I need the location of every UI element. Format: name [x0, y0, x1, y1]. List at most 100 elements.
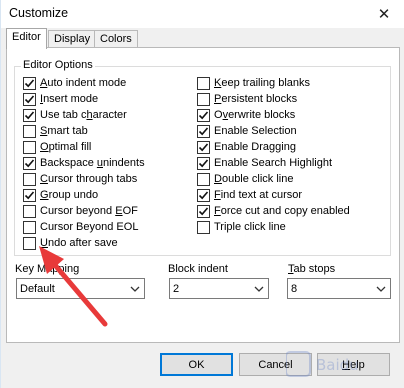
- option-left-8[interactable]: Cursor beyond EOF: [23, 204, 138, 218]
- key-mapping-label: Key Mapping: [15, 263, 80, 275]
- chevron-down-icon: [254, 286, 264, 292]
- checkbox-label-post: orce cut and copy enabled: [220, 205, 350, 217]
- checkbox-box[interactable]: [197, 76, 210, 90]
- checkbox-label: Smart tab: [40, 124, 88, 138]
- checkbox-label: Keep trailing blanks: [214, 76, 310, 90]
- checkbox-box[interactable]: [23, 156, 36, 170]
- option-right-9[interactable]: Triple click line: [197, 220, 286, 234]
- watermark-logo: Baidu: [286, 351, 359, 377]
- option-left-4[interactable]: Optimal fill: [23, 140, 91, 154]
- checkbox-box[interactable]: [197, 156, 210, 170]
- option-left-10[interactable]: Undo after save: [23, 236, 118, 250]
- checkbox-box[interactable]: [197, 92, 210, 106]
- checkbox-label-pre: Backspace: [40, 157, 97, 169]
- checkmark-icon: [24, 94, 35, 103]
- chevron-down-icon: [130, 286, 140, 292]
- checkmark-icon: [24, 190, 35, 199]
- checkbox-box[interactable]: [23, 188, 36, 202]
- option-left-6[interactable]: Cursor through tabs: [23, 172, 137, 186]
- checkbox-label-post: ouble click line: [221, 173, 294, 185]
- checkbox-box[interactable]: [197, 204, 210, 218]
- option-left-0[interactable]: Auto indent mode: [23, 76, 126, 90]
- checkbox-label-post: OF: [122, 205, 138, 217]
- option-right-8[interactable]: Force cut and copy enabled: [197, 204, 350, 218]
- checkbox-label-pre: Cursor beyond: [40, 205, 116, 217]
- checkbox-label-ul: O: [40, 141, 49, 153]
- checkbox-label: Double click line: [214, 172, 294, 186]
- tab-display[interactable]: Display: [48, 30, 97, 48]
- checkbox-label: Undo after save: [40, 236, 118, 250]
- option-right-7[interactable]: Find text at cursor: [197, 188, 302, 202]
- checkbox-label: Triple click line: [214, 220, 286, 234]
- option-right-4[interactable]: Enable Dragging: [197, 140, 296, 154]
- checkbox-label: Insert mode: [40, 92, 98, 106]
- checkbox-box[interactable]: [23, 76, 36, 90]
- ok-button[interactable]: OK: [160, 353, 233, 376]
- option-right-1[interactable]: Persistent blocks: [197, 92, 297, 106]
- tab-stops-select[interactable]: 8: [287, 278, 391, 299]
- option-right-2[interactable]: Overwrite blocks: [197, 108, 295, 122]
- chevron-down-icon: [376, 286, 386, 292]
- checkmark-icon: [198, 142, 209, 151]
- checkbox-box[interactable]: [197, 140, 210, 154]
- checkbox-box[interactable]: [23, 172, 36, 186]
- option-left-5[interactable]: Backspace unindents: [23, 156, 145, 170]
- checkbox-label-ul: C: [40, 173, 48, 185]
- checkbox-label-post: nsert mode: [43, 93, 99, 105]
- checkbox-label: Enable Selection: [214, 124, 297, 138]
- checkbox-label-post: mart tab: [47, 125, 88, 137]
- checkbox-box[interactable]: [23, 204, 36, 218]
- checkbox-label-post: nindents: [103, 157, 145, 169]
- checkbox-label-post: uto indent mode: [47, 77, 127, 89]
- checkbox-box[interactable]: [197, 108, 210, 122]
- checkbox-box[interactable]: [23, 92, 36, 106]
- checkmark-icon: [198, 158, 209, 167]
- block-indent-select[interactable]: 2: [169, 278, 269, 299]
- checkbox-label: Persistent blocks: [214, 92, 297, 106]
- key-mapping-value: Default: [20, 282, 55, 295]
- checkbox-box[interactable]: [23, 236, 36, 250]
- checkbox-box[interactable]: [197, 220, 210, 234]
- checkbox-label-ul: E: [115, 205, 123, 217]
- checkbox-box[interactable]: [197, 172, 210, 186]
- checkbox-label-post: ersistent blocks: [221, 93, 298, 105]
- block-indent-value: 2: [173, 282, 180, 295]
- option-left-9[interactable]: Cursor Beyond EOL: [23, 220, 138, 234]
- checkbox-label-post: ptimal fill: [48, 141, 92, 153]
- checkbox-label-pre: Use tab c: [40, 109, 87, 121]
- option-right-3[interactable]: Enable Selection: [197, 124, 297, 138]
- checkbox-label-pre: Enable Selection: [214, 125, 297, 137]
- option-left-3[interactable]: Smart tab: [23, 124, 88, 138]
- option-left-1[interactable]: Insert mode: [23, 92, 98, 106]
- option-left-7[interactable]: Group undo: [23, 188, 98, 202]
- checkbox-label-ul: D: [214, 173, 222, 185]
- checkbox-label-post: eep trailing blanks: [221, 77, 311, 89]
- option-right-6[interactable]: Double click line: [197, 172, 294, 186]
- checkbox-box[interactable]: [23, 220, 36, 234]
- tab-stops-value: 8: [291, 282, 298, 295]
- checkbox-label-post: roup undo: [48, 189, 99, 201]
- close-button[interactable]: ✕: [371, 3, 397, 25]
- checkbox-label: Auto indent mode: [40, 76, 126, 90]
- checkmark-icon: [198, 190, 209, 199]
- checkbox-label-ul: F: [214, 205, 221, 217]
- checkmark-icon: [24, 110, 35, 119]
- checkbox-box[interactable]: [197, 124, 210, 138]
- option-right-5[interactable]: Enable Search Highlight: [197, 156, 332, 170]
- checkbox-box[interactable]: [23, 108, 36, 122]
- option-left-2[interactable]: Use tab character: [23, 108, 127, 122]
- checkbox-box[interactable]: [23, 140, 36, 154]
- checkbox-label-post: ind text at cursor: [220, 189, 303, 201]
- checkbox-label: Group undo: [40, 188, 98, 202]
- checkbox-label: Cursor through tabs: [40, 172, 137, 186]
- close-icon: ✕: [377, 6, 391, 23]
- tab-colors[interactable]: Colors: [94, 30, 138, 48]
- tab-stops-label: Tab stops: [288, 263, 335, 275]
- block-indent-label: Block indent: [168, 263, 228, 275]
- key-mapping-select[interactable]: Default: [16, 278, 145, 299]
- checkbox-box[interactable]: [23, 124, 36, 138]
- tab-editor[interactable]: Editor: [6, 28, 47, 49]
- checkbox-box[interactable]: [197, 188, 210, 202]
- option-right-0[interactable]: Keep trailing blanks: [197, 76, 310, 90]
- checkmark-icon: [198, 126, 209, 135]
